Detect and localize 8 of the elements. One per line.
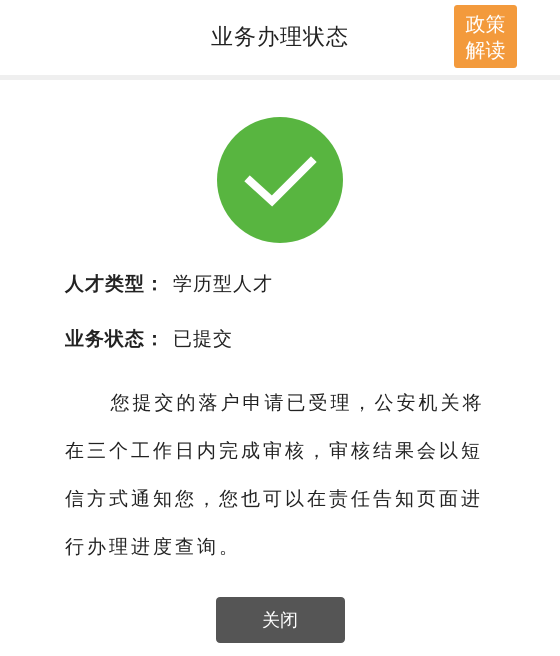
check-circle-icon [217, 117, 343, 243]
page-title: 业务办理状态 [211, 24, 349, 52]
close-button[interactable]: 关闭 [216, 597, 344, 643]
status-message: 您提交的落户申请已受理，公安机关将在三个工作日内完成审核，审核结果会以短信方式通知您，您也可以在责任告知页面进行办理进度查询。 [65, 391, 486, 560]
field-label: 人才类型： [65, 272, 166, 297]
field-value: 学历型人才 [173, 272, 273, 297]
field-value: 已提交 [173, 326, 233, 352]
field-label: 业务状态： [65, 326, 166, 352]
